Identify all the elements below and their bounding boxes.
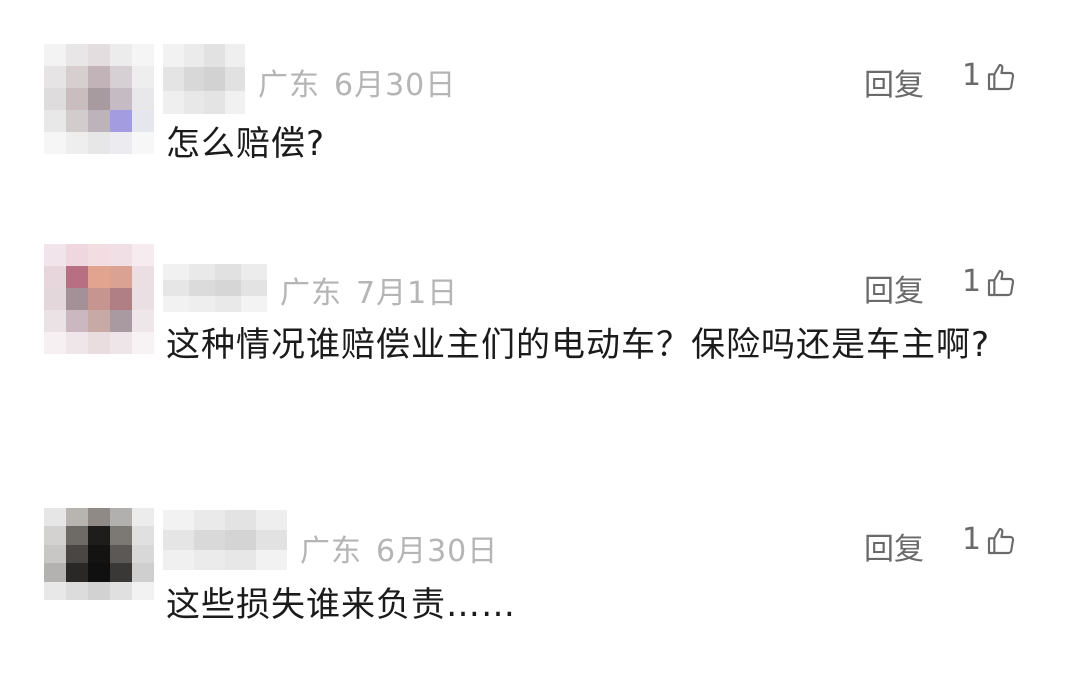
comment-text: 这些损失谁来负责…… (166, 585, 516, 625)
comment-location: 广东 (300, 534, 362, 569)
comment-date: 6月30日 (376, 534, 499, 569)
reply-button[interactable]: 回复 (864, 524, 924, 568)
like-count: 1 (962, 522, 982, 557)
comment-meta: 广东 6月30日 (300, 526, 498, 570)
username-blurred[interactable] (163, 510, 287, 570)
avatar[interactable] (44, 508, 154, 600)
like-button[interactable]: 1 (962, 522, 1017, 557)
thumbs-up-icon (985, 525, 1017, 557)
comment-item: 广东 6月30日 回复 1 这些损失谁来负责…… (0, 0, 1080, 685)
